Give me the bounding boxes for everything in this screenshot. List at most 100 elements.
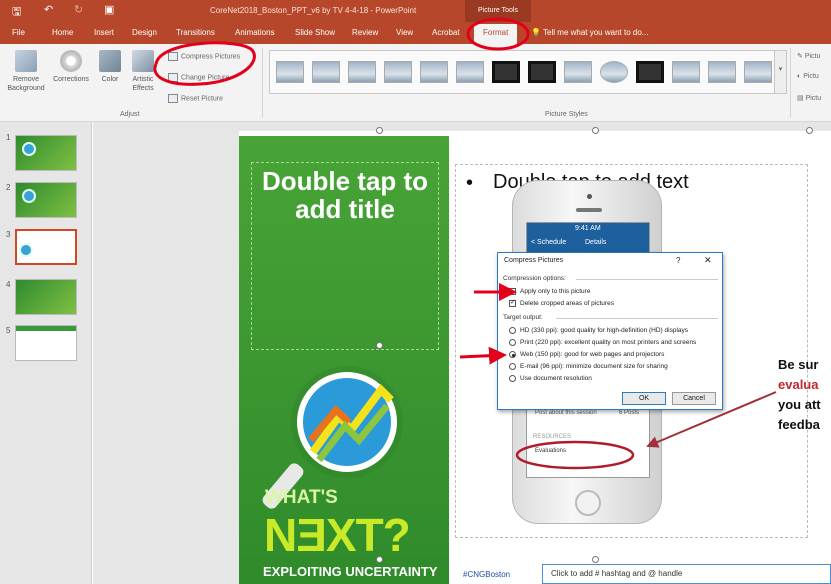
compression-options-label: Compression options: — [503, 275, 566, 282]
picture-border-button[interactable]: ✎ Pictu — [797, 52, 820, 60]
slide-thumbnail-2[interactable] — [15, 182, 77, 218]
magnifier-icon — [19, 243, 33, 257]
radio-email[interactable]: E-mail (96 ppi): minimize document size … — [509, 363, 668, 370]
style-thumb[interactable] — [348, 61, 376, 83]
tab-transitions[interactable]: Transitions — [176, 28, 215, 37]
remove-background-icon — [15, 50, 37, 72]
radio-button[interactable] — [509, 351, 516, 358]
lightbulb-icon: 💡 — [531, 28, 541, 37]
phone-posts-count: 6 Posts — [619, 410, 640, 416]
radio-button[interactable] — [509, 375, 516, 382]
tab-design[interactable]: Design — [132, 28, 157, 37]
compress-pictures-button[interactable]: Compress Pictures — [168, 52, 240, 61]
style-thumb[interactable] — [420, 61, 448, 83]
slide-thumbnail-5[interactable] — [15, 325, 77, 361]
selection-handle[interactable] — [806, 127, 813, 134]
selection-handle[interactable] — [376, 556, 383, 563]
checkbox-box[interactable] — [509, 298, 516, 307]
tell-me-box[interactable]: 💡 Tell me what you want to do... — [531, 28, 648, 37]
gallery-more-icon[interactable]: ▾ — [774, 51, 786, 93]
radio-web[interactable]: Web (150 ppi): good for web pages and pr… — [509, 351, 664, 358]
change-picture-label: Change Picture — [181, 74, 230, 82]
phone-back-link: < Schedule — [531, 239, 567, 246]
change-picture-button[interactable]: Change Picture — [168, 73, 229, 82]
style-thumb[interactable] — [312, 61, 340, 83]
apply-only-checkbox[interactable]: Apply only to this picture — [509, 288, 590, 295]
slide-number: 3 — [6, 230, 11, 239]
tab-review[interactable]: Review — [352, 28, 378, 37]
pencil-icon: ✎ — [797, 53, 803, 60]
slide-thumbnail-3[interactable] — [15, 229, 77, 265]
tab-file[interactable]: File — [12, 28, 25, 37]
picture-layout-button[interactable]: ▤ Pictu — [797, 94, 821, 102]
style-thumb[interactable] — [276, 61, 304, 83]
delete-cropped-checkbox[interactable]: Delete cropped areas of pictures — [509, 298, 614, 307]
close-icon[interactable]: ✕ — [704, 255, 712, 266]
ribbon-tabs: File Home Insert Design Transitions Anim… — [0, 22, 831, 44]
tab-view[interactable]: View — [396, 28, 413, 37]
radio-button[interactable] — [509, 363, 516, 370]
picture-effects-button[interactable]: ◐ Pictu — [797, 73, 819, 80]
title-placeholder[interactable]: Double tap to add title — [251, 162, 439, 350]
tab-animations[interactable]: Animations — [235, 28, 275, 37]
compress-pictures-icon — [168, 52, 178, 61]
bullet-icon: • — [466, 172, 474, 194]
window-title: CoreNet2018_Boston_PPT_v6 by TV 4-4-18 -… — [210, 6, 417, 15]
checkbox-box[interactable] — [509, 288, 516, 295]
corrections-icon — [60, 50, 82, 72]
style-thumb[interactable] — [708, 61, 736, 83]
save-icon[interactable]: 🖫 — [12, 3, 21, 22]
style-thumb[interactable] — [456, 61, 484, 83]
selection-handle[interactable] — [592, 127, 599, 134]
layout-icon: ▤ — [797, 95, 804, 102]
style-thumb[interactable] — [528, 61, 556, 83]
tab-slide-show[interactable]: Slide Show — [295, 28, 335, 37]
callout-line-3: you att — [778, 397, 821, 412]
section-divider — [576, 279, 718, 280]
picture-styles-gallery[interactable]: ▾ — [269, 50, 787, 94]
effects-icon: ◐ — [797, 73, 802, 80]
adjust-group-label: Adjust — [120, 111, 140, 118]
cancel-button[interactable]: Cancel — [672, 392, 716, 405]
help-icon[interactable]: ? — [676, 256, 680, 265]
phone-resources-header: RESOURCES — [533, 434, 572, 440]
radio-document-resolution[interactable]: Use document resolution — [509, 375, 592, 382]
selection-handle[interactable] — [376, 127, 383, 134]
style-thumb[interactable] — [744, 61, 772, 83]
style-thumb[interactable] — [600, 61, 628, 83]
logo-next-text: NƎXT? — [264, 509, 411, 561]
artistic-effects-icon — [132, 50, 154, 72]
phone-nav-bar: 9:41 AM < Schedule Details — [527, 223, 649, 253]
reset-picture-button[interactable]: Reset Picture — [168, 94, 223, 103]
phone-time: 9:41 AM — [575, 225, 601, 232]
radio-print[interactable]: Print (220 ppi): excellent quality on mo… — [509, 339, 696, 346]
ok-button[interactable]: OK — [622, 392, 666, 405]
picture-layout-label: Pictu — [805, 95, 822, 102]
radio-button[interactable] — [509, 327, 516, 334]
redo-icon[interactable]: ↻ — [74, 3, 83, 16]
style-thumb[interactable] — [564, 61, 592, 83]
tab-format[interactable]: Format — [474, 24, 518, 44]
remove-background-button[interactable]: Remove Background — [4, 50, 48, 93]
selection-handle[interactable] — [592, 556, 599, 563]
selection-handle[interactable] — [376, 342, 383, 349]
style-thumb[interactable] — [636, 61, 664, 83]
style-thumb[interactable] — [492, 61, 520, 83]
slide-thumbnail-1[interactable] — [15, 135, 77, 171]
hashtag-placeholder[interactable]: Click to add # hashtag and @ handle — [542, 564, 831, 584]
corrections-button[interactable]: Corrections — [50, 50, 92, 84]
radio-button[interactable] — [509, 339, 516, 346]
artistic-effects-button[interactable]: Artistic Effects — [126, 50, 160, 93]
tab-home[interactable]: Home — [52, 28, 73, 37]
present-icon[interactable]: ▣ — [104, 3, 114, 16]
tab-insert[interactable]: Insert — [94, 28, 114, 37]
tab-acrobat[interactable]: Acrobat — [432, 28, 460, 37]
radio-hd[interactable]: HD (330 ppi): good quality for high-defi… — [509, 327, 688, 334]
color-button[interactable]: Color — [96, 50, 124, 84]
phone-evaluations-row: Evaluations — [535, 448, 567, 454]
style-thumb[interactable] — [672, 61, 700, 83]
picture-tools-context: Picture Tools — [465, 0, 531, 22]
slide-thumbnail-4[interactable] — [15, 279, 77, 315]
undo-icon[interactable]: ↶ — [44, 3, 53, 16]
style-thumb[interactable] — [384, 61, 412, 83]
